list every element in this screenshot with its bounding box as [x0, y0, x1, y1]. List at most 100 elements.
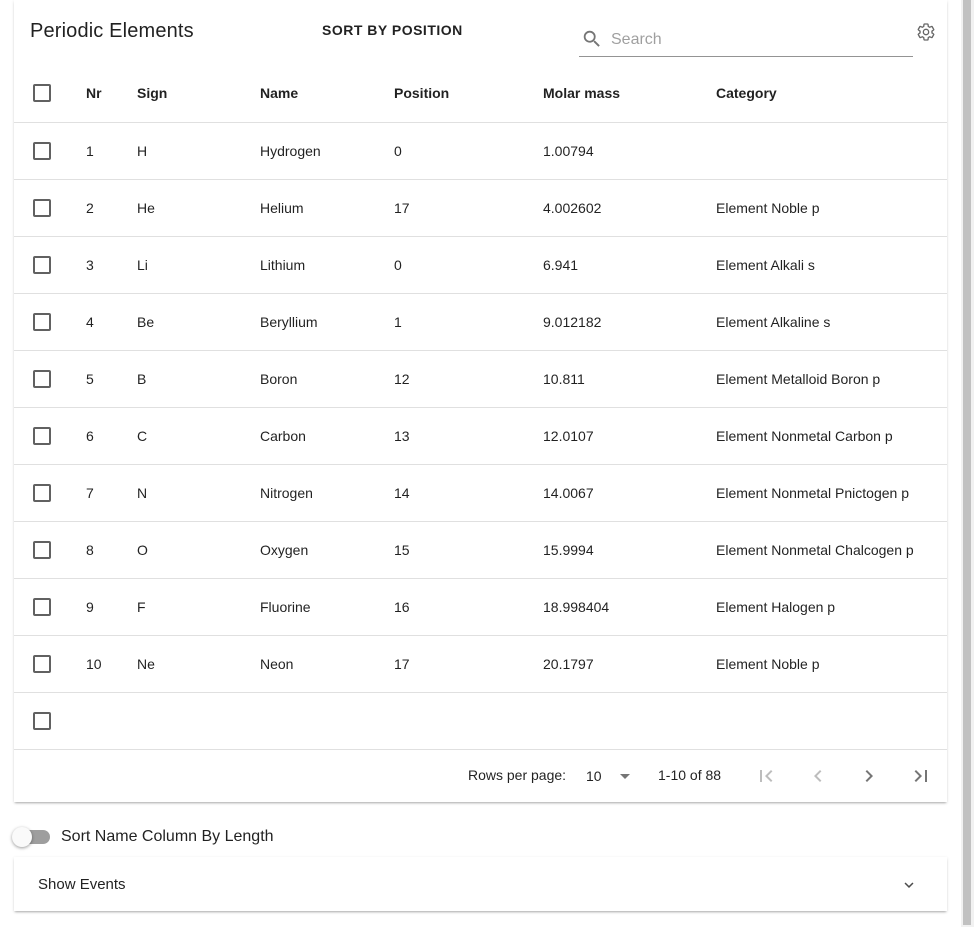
- cell-sign: N: [137, 464, 260, 522]
- cell-name: Boron: [260, 350, 394, 408]
- cell-position: 0: [394, 236, 543, 294]
- row-checkbox[interactable]: [33, 142, 51, 160]
- cell-name: Nitrogen: [260, 464, 394, 522]
- table-row[interactable]: 5 B Boron 12 10.811 Element Metalloid Boron p: [14, 350, 947, 408]
- table-row[interactable]: 9 F Fluorine 16 18.998404 Element Halogen p: [14, 578, 947, 636]
- column-header-position[interactable]: Position: [394, 64, 543, 123]
- cell-molar-mass: 9.012182: [543, 293, 716, 351]
- row-checkbox[interactable]: [33, 484, 51, 502]
- cell-molar-mass: 4.002602: [543, 179, 716, 237]
- cell-category: [716, 122, 947, 180]
- table-row[interactable]: 1 H Hydrogen 0 1.00794: [14, 122, 947, 180]
- cell-position: 17: [394, 635, 543, 693]
- cell-nr: 1: [86, 122, 137, 180]
- cell-molar-mass: 15.9994: [543, 521, 716, 579]
- cell-nr: [86, 692, 137, 750]
- toggle-thumb[interactable]: [12, 827, 32, 847]
- previous-page-icon[interactable]: [806, 764, 830, 788]
- page-title: Periodic Elements: [30, 20, 194, 42]
- row-checkbox[interactable]: [33, 541, 51, 559]
- cell-sign: F: [137, 578, 260, 636]
- cell-category: Element Metalloid Boron p: [716, 350, 947, 408]
- cell-name: [260, 692, 394, 750]
- rows-per-page-value: 10: [586, 768, 602, 784]
- cell-category: Element Halogen p: [716, 578, 947, 636]
- cell-category: [716, 692, 947, 750]
- page-range-label: 1-10 of 88: [658, 767, 722, 783]
- cell-nr: 7: [86, 464, 137, 522]
- paginator: Rows per page: 10 1-10 of 88: [14, 750, 947, 802]
- column-header-category[interactable]: Category: [716, 64, 947, 123]
- show-events-panel[interactable]: Show Events: [14, 857, 947, 911]
- cell-category: Element Nonmetal Pnictogen p: [716, 464, 947, 522]
- row-checkbox[interactable]: [33, 598, 51, 616]
- gear-icon[interactable]: [916, 22, 936, 42]
- cell-sign: H: [137, 122, 260, 180]
- cell-sign: Be: [137, 293, 260, 351]
- cell-nr: 9: [86, 578, 137, 636]
- column-header-molar-mass[interactable]: Molar mass: [543, 64, 716, 123]
- row-checkbox[interactable]: [33, 313, 51, 331]
- cell-category: Element Alkaline s: [716, 293, 947, 351]
- table-row[interactable]: 3 Li Lithium 0 6.941 Element Alkali s: [14, 236, 947, 294]
- table-row[interactable]: 2 He Helium 17 4.002602 Element Noble p: [14, 179, 947, 237]
- table-row[interactable]: 7 N Nitrogen 14 14.0067 Element Nonmetal Pnic…: [14, 464, 947, 522]
- table-row[interactable]: [14, 692, 947, 750]
- cell-molar-mass: [543, 692, 716, 750]
- table-row[interactable]: 8 O Oxygen 15 15.9994 Element Nonmetal Chalco…: [14, 521, 947, 579]
- table-row[interactable]: 4 Be Beryllium 1 9.012182 Element Alkaline s: [14, 293, 947, 351]
- cell-molar-mass: 18.998404: [543, 578, 716, 636]
- cell-molar-mass: 6.941: [543, 236, 716, 294]
- row-checkbox[interactable]: [33, 427, 51, 445]
- scrollbar-thumb[interactable]: [963, 0, 971, 925]
- cell-category: Element Nonmetal Carbon p: [716, 407, 947, 465]
- cell-position: [394, 692, 543, 750]
- cell-position: 14: [394, 464, 543, 522]
- elements-table: Nr Sign Name Position Molar mass Categor…: [14, 64, 947, 750]
- table-row[interactable]: 10 Ne Neon 17 20.1797 Element Noble p: [14, 635, 947, 693]
- cell-molar-mass: 12.0107: [543, 407, 716, 465]
- row-checkbox[interactable]: [33, 370, 51, 388]
- search-icon: [583, 30, 600, 47]
- cell-molar-mass: 20.1797: [543, 635, 716, 693]
- row-checkbox[interactable]: [33, 256, 51, 274]
- row-checkbox[interactable]: [33, 712, 51, 730]
- sort-by-position-button[interactable]: SORT BY POSITION: [314, 20, 471, 40]
- search-input[interactable]: [609, 26, 903, 54]
- cell-category: Element Noble p: [716, 635, 947, 693]
- rows-per-page-select[interactable]: 10: [586, 766, 636, 790]
- page-scrollbar[interactable]: [961, 0, 974, 927]
- first-page-icon[interactable]: [754, 764, 778, 788]
- cell-name: Oxygen: [260, 521, 394, 579]
- cell-name: Carbon: [260, 407, 394, 465]
- cell-position: 12: [394, 350, 543, 408]
- cell-nr: 8: [86, 521, 137, 579]
- select-all-checkbox[interactable]: [33, 84, 51, 102]
- column-header-nr[interactable]: Nr: [86, 64, 137, 123]
- cell-name: Lithium: [260, 236, 394, 294]
- dropdown-arrow-icon: [620, 774, 630, 779]
- cell-molar-mass: 10.811: [543, 350, 716, 408]
- column-header-sign[interactable]: Sign: [137, 64, 260, 123]
- cell-nr: 6: [86, 407, 137, 465]
- elements-table-card: Periodic Elements SORT BY POSITION Nr Si…: [14, 0, 947, 802]
- next-page-icon[interactable]: [857, 764, 881, 788]
- cell-category: Element Noble p: [716, 179, 947, 237]
- cell-nr: 4: [86, 293, 137, 351]
- cell-position: 1: [394, 293, 543, 351]
- cell-name: Hydrogen: [260, 122, 394, 180]
- search-field[interactable]: [579, 24, 913, 57]
- row-checkbox[interactable]: [33, 655, 51, 673]
- cell-sign: Ne: [137, 635, 260, 693]
- table-row[interactable]: 6 C Carbon 13 12.0107 Element Nonmetal Carbon…: [14, 407, 947, 465]
- cell-molar-mass: 1.00794: [543, 122, 716, 180]
- rows-per-page-label: Rows per page:: [468, 767, 567, 783]
- cell-sign: He: [137, 179, 260, 237]
- cell-name: Beryllium: [260, 293, 394, 351]
- cell-position: 15: [394, 521, 543, 579]
- column-header-name[interactable]: Name: [260, 64, 394, 123]
- table-header-row: Nr Sign Name Position Molar mass Categor…: [14, 64, 947, 123]
- last-page-icon[interactable]: [909, 764, 933, 788]
- cell-sign: O: [137, 521, 260, 579]
- row-checkbox[interactable]: [33, 199, 51, 217]
